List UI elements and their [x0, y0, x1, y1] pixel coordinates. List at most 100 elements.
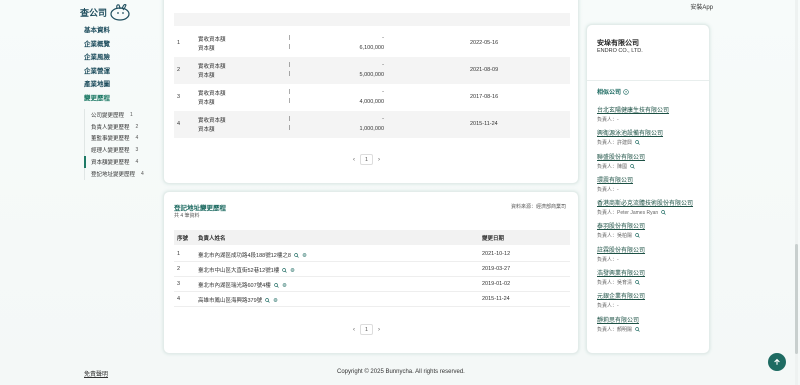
separator: |	[289, 35, 291, 41]
install-app-link[interactable]: 安裝App	[690, 2, 713, 11]
similar-company-link[interactable]: 興衛源泳池設備有限公司	[597, 128, 707, 137]
scrollbar-thumb[interactable]	[795, 244, 798, 354]
similar-company-owner: 負責人：顏明陽	[597, 326, 707, 333]
separator: |	[289, 44, 291, 50]
map-pin-icon[interactable]	[302, 253, 307, 258]
change-date: 2019-01-02	[482, 281, 511, 287]
map-pin-icon[interactable]	[273, 298, 278, 303]
table-row: 2 實收資本額 資本額 | | - 5,000,000 2021-08-09	[174, 57, 570, 84]
company-name: 安垛有限公司	[597, 40, 639, 47]
row-number: 4	[177, 296, 181, 302]
similar-company-item: 元銀企業有限公司 負責人：-	[597, 291, 707, 314]
capital-label: 資本額	[198, 127, 215, 133]
logo-text: 查公司	[80, 7, 108, 18]
similar-title-text: 相似公司	[597, 90, 622, 96]
address-cell: 臺北市內湖區成功路4段188號12樓之8	[198, 251, 307, 259]
similar-company-link[interactable]: 元銀企業有限公司	[597, 291, 707, 300]
search-icon[interactable]	[630, 163, 635, 169]
separator: |	[289, 125, 291, 131]
record-count: 共 4 筆資料	[174, 213, 200, 219]
similar-company-link[interactable]: 環震有限公司	[597, 175, 707, 184]
table-row: 1 臺北市內湖區成功路4段188號12樓之8 2021-10-12	[174, 247, 570, 262]
map-pin-icon[interactable]	[290, 268, 295, 273]
similar-company-link[interactable]: 註霖股份有限公司	[597, 245, 707, 254]
paid-capital-value: -	[382, 89, 384, 95]
subnav-item-company-changes[interactable]: 公司變更歷程 1	[85, 109, 164, 121]
row-number: 3	[177, 94, 181, 100]
separator: |	[289, 116, 291, 122]
search-icon[interactable]	[635, 140, 640, 146]
table-row: 1 實收資本額 資本額 | | - 6,100,000 2022-05-16	[174, 30, 570, 57]
arrow-up-icon	[774, 358, 780, 365]
site-logo[interactable]: 查公司	[80, 2, 132, 22]
owner-text: 負責人：許建興	[597, 140, 633, 147]
pager-next-button[interactable]: ›	[378, 327, 380, 333]
similar-company-owner: 負責人：吳柏陽	[597, 232, 707, 239]
similar-companies-list: 台北玄陽健康生技有限公司 負責人：- 興衛源泳池設備有限公司 負責人：許建興 聯盛股份有…	[597, 105, 707, 338]
pager-page-button[interactable]: 1	[360, 154, 373, 165]
similar-company-item: 興衛源泳池設備有限公司 負責人：許建興	[597, 128, 707, 151]
pager-prev-button[interactable]: ‹	[353, 157, 355, 163]
capital-value: 6,100,000	[359, 45, 384, 51]
paid-capital-label: 實收資本額	[198, 91, 226, 97]
pager-prev-button[interactable]: ‹	[353, 327, 355, 333]
search-icon[interactable]	[661, 210, 666, 215]
search-icon[interactable]	[265, 298, 270, 303]
similar-company-item: 靜莉思有限公司 負責人：顏明陽	[597, 315, 707, 338]
sidebar-item-operations[interactable]: 企業營運	[84, 65, 164, 79]
subnav-count: 1	[130, 111, 133, 118]
col-header-address: 負責人姓名	[198, 236, 226, 242]
similar-company-item: 香港商斯必克流體技術股份有限公司 負責人：Peter James Ryan	[597, 198, 707, 221]
sidebar-item-industry-map[interactable]: 產業地圖	[84, 78, 164, 92]
subnav-count: 4	[135, 159, 139, 166]
sidebar-item-change-history[interactable]: 變更歷程	[84, 92, 164, 106]
disclaimer-link[interactable]: 免責聲明	[84, 369, 108, 378]
search-icon[interactable]	[282, 268, 288, 273]
subnav-item-director-changes[interactable]: 董監事變更歷程 4	[85, 133, 164, 145]
similar-company-link[interactable]: 浩發興業有限公司	[597, 268, 707, 277]
table-row: 4 高雄市鳳山區海興路379號 2015-11-24	[174, 292, 570, 307]
search-icon[interactable]	[635, 280, 640, 285]
table-row: 2 臺北市中山區大直街52巷12號1樓 2019-03-27	[174, 262, 570, 277]
subnav-label: 登記地址變更歷程	[91, 171, 136, 178]
search-icon[interactable]	[635, 233, 640, 239]
subnav-item-manager-changes[interactable]: 經理人變更歷程 3	[85, 144, 164, 156]
owner-text: 負責人：陳國	[597, 163, 628, 170]
subnav-item-owner-changes[interactable]: 負責人變更歷程 2	[85, 121, 164, 133]
address-cell: 高雄市鳳山區海興路379號	[198, 296, 278, 304]
owner-text: 負責人：顏明陽	[597, 326, 633, 333]
subnav-count: 3	[135, 147, 139, 154]
sidebar-item-overview[interactable]: 企業概覽	[84, 38, 164, 52]
capital-label: 資本額	[198, 100, 215, 106]
back-to-top-button[interactable]	[768, 353, 786, 371]
map-pin-icon[interactable]	[282, 283, 287, 288]
search-icon[interactable]	[294, 253, 299, 258]
separator: |	[289, 71, 291, 77]
subnav-item-address-changes[interactable]: 登記地址變更歷程 4	[85, 168, 164, 180]
similar-company-link[interactable]: 香港商斯必克流體技術股份有限公司	[597, 198, 707, 207]
search-icon[interactable]	[635, 326, 640, 332]
similar-company-link[interactable]: 靜莉思有限公司	[597, 315, 707, 324]
similar-company-owner: 負責人：-	[597, 302, 707, 309]
table-header	[174, 13, 570, 26]
subnav-count: 2	[135, 123, 139, 130]
subnav-label: 經理人變更歷程	[91, 148, 130, 155]
similar-company-link[interactable]: 聯盛股份有限公司	[597, 152, 707, 161]
table-row: 4 實收資本額 資本額 | | - 1,000,000 2015-11-24	[174, 111, 570, 138]
search-icon[interactable]	[273, 283, 279, 288]
similar-company-link[interactable]: 台北玄陽健康生技有限公司	[597, 105, 707, 114]
owner-text: 負責人：吳育清	[597, 280, 633, 287]
similar-company-link[interactable]: 泰羽股份有限公司	[597, 221, 707, 230]
pager-next-button[interactable]: ›	[378, 157, 380, 163]
sidebar-item-risk[interactable]: 企業風險	[84, 51, 164, 65]
address-cell: 臺北市內湖區瑞光路607號4樓	[198, 281, 287, 289]
pager-page-button[interactable]: 1	[360, 324, 373, 335]
help-icon[interactable]: ?	[623, 88, 629, 95]
address-text: 臺北市中山區大直街52巷12號1樓	[198, 268, 280, 274]
similar-company-owner: 負責人：Peter James Ryan	[597, 209, 707, 216]
company-name-en: ENDRO CO., LTD.	[597, 48, 643, 54]
subnav-item-capital-changes[interactable]: 資本額變更歷程 4	[84, 156, 164, 168]
sidebar-item-basic-info[interactable]: 基本資料	[84, 24, 164, 38]
capital-label: 資本額	[198, 73, 215, 79]
row-number: 1	[177, 251, 181, 257]
